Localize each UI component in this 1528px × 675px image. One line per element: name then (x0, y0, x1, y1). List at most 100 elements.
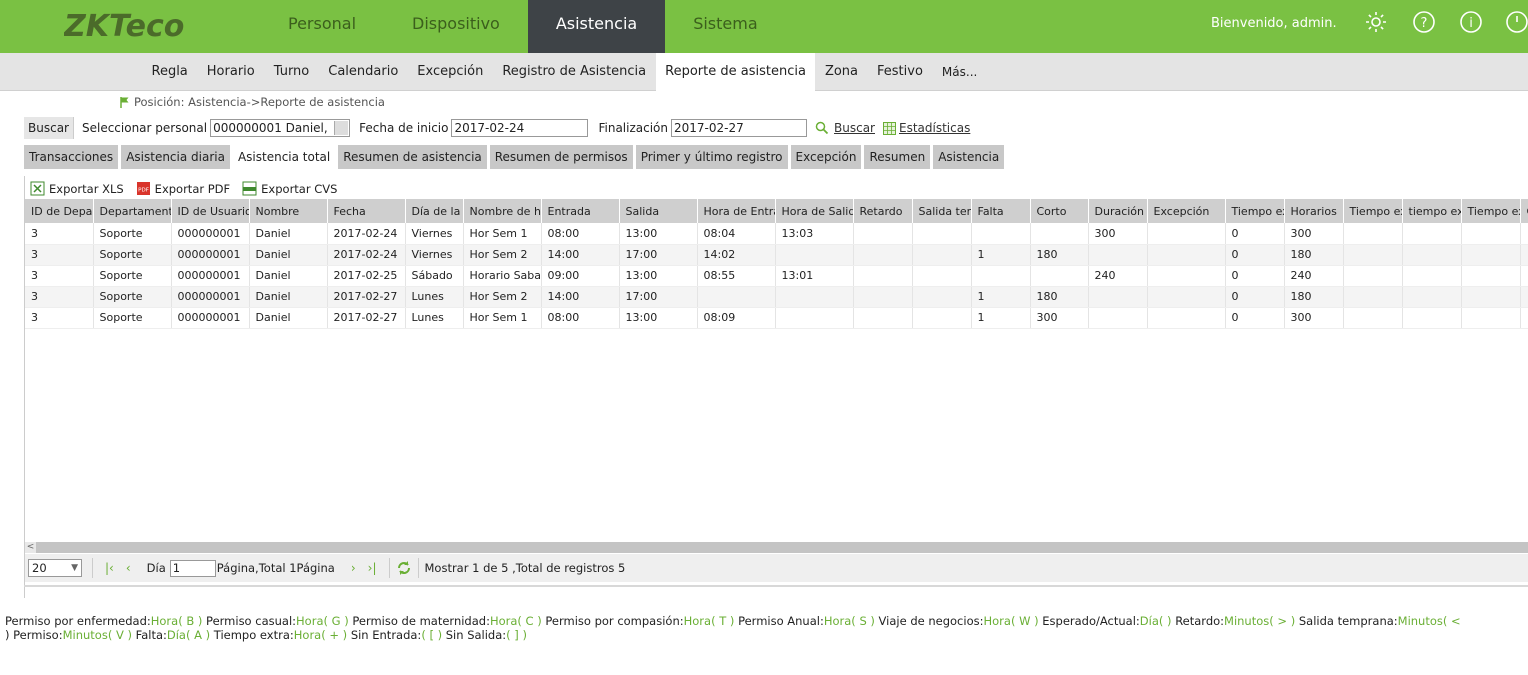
column-header[interactable]: Tiempo ex (1225, 199, 1285, 223)
table-cell: 17:00 (619, 286, 698, 308)
chevron-down-icon[interactable] (334, 121, 349, 135)
search-tab[interactable]: Buscar (24, 117, 74, 139)
export-pdf-button[interactable]: PDF Exportar PDF (136, 181, 230, 196)
last-page-icon[interactable]: ›| (368, 561, 377, 575)
column-header[interactable]: Excepción (1147, 199, 1226, 223)
search-icon[interactable] (815, 121, 829, 135)
tab-resumen[interactable]: Resumen (864, 145, 931, 169)
subnav-zona[interactable]: Zona (815, 53, 867, 91)
page-size-select[interactable]: 20 ▼ (28, 559, 82, 577)
column-header[interactable]: Falta (971, 199, 1031, 223)
power-icon[interactable] (1505, 10, 1528, 34)
column-header[interactable]: Hora de Entra (697, 199, 776, 223)
table-row[interactable]: 3 Soporte 000000001 Daniel 2017-02-24 Viernes… (25, 244, 1528, 266)
column-header[interactable]: Tiempo ex (1461, 199, 1521, 223)
column-header[interactable]: Tiempo ex (1343, 199, 1403, 223)
statistics-icon[interactable] (883, 121, 896, 135)
column-header[interactable]: Departamento (93, 199, 172, 223)
first-page-icon[interactable]: |‹ (105, 561, 114, 575)
nav-asistencia[interactable]: Asistencia (527, 0, 666, 53)
export-xls-label: Exportar XLS (49, 181, 124, 196)
end-date-input[interactable]: 2017-02-27 (671, 119, 808, 137)
table-cell: 3 (25, 286, 94, 308)
tab-resumen-permisos[interactable]: Resumen de permisos (489, 145, 633, 169)
column-header[interactable]: Retardo (853, 199, 913, 223)
subnav-excepcion[interactable]: Excepción (408, 53, 493, 91)
tab-primer-ultimo-registro[interactable]: Primer y último registro (635, 145, 788, 169)
subnav-reporte-asistencia[interactable]: Reporte de asistencia (655, 53, 816, 91)
legend-value: Día( A ) (166, 628, 211, 642)
table-cell: 000000001 (171, 223, 250, 245)
table-cell: 09:00 (541, 265, 620, 287)
welcome-text: Bienvenido, admin. (1211, 16, 1337, 31)
page-number-input[interactable]: 1 (169, 559, 216, 577)
subnav-turno[interactable]: Turno (264, 53, 319, 91)
tab-resumen-asistencia[interactable]: Resumen de asistencia (338, 145, 487, 169)
tab-transacciones[interactable]: Transacciones (24, 145, 119, 169)
tab-excepcion[interactable]: Excepción (790, 145, 862, 169)
gear-icon[interactable] (1364, 10, 1388, 34)
export-xls-button[interactable]: Exportar XLS (30, 181, 124, 196)
table-row[interactable]: 3 Soporte 000000001 Daniel 2017-02-27 Lunes Ho… (25, 286, 1528, 308)
column-header[interactable]: Fecha (327, 199, 406, 223)
help-icon[interactable]: ? (1412, 10, 1436, 34)
column-header[interactable]: Corto (1030, 199, 1089, 223)
column-header[interactable]: Salida tem (912, 199, 972, 223)
table-cell: Daniel (249, 265, 328, 287)
export-cvs-button[interactable]: Exportar CVS (242, 181, 337, 196)
table-row[interactable]: 3 Soporte 000000001 Daniel 2017-02-24 Viernes… (25, 223, 1528, 245)
table-cell: 180 (1284, 286, 1344, 308)
legend-value: ( [ ) (421, 628, 443, 642)
subnav-mas[interactable]: Más... (932, 53, 986, 91)
legend-key: Sin Entrada: (350, 628, 422, 642)
scroll-left-icon[interactable]: < (25, 542, 36, 553)
panel-splitter[interactable] (24, 585, 1528, 587)
subnav-horario[interactable]: Horario (197, 53, 264, 91)
column-header[interactable]: C (1520, 199, 1528, 223)
column-header[interactable]: Entrada (541, 199, 620, 223)
legend-value: Minutos( V ) (62, 628, 132, 642)
info-icon[interactable]: i (1459, 10, 1483, 34)
refresh-icon[interactable] (396, 560, 412, 576)
start-date-input[interactable]: 2017-02-24 (451, 119, 589, 137)
pager-divider (92, 558, 93, 578)
table-cell (1402, 244, 1462, 266)
horizontal-scrollbar[interactable]: < (25, 542, 1528, 553)
table-cell: 1 (971, 244, 1031, 266)
column-header[interactable]: Horarios (1284, 199, 1344, 223)
table-cell: Horario Sabad (463, 265, 542, 287)
nav-dispositivo[interactable]: Dispositivo (384, 0, 528, 53)
breadcrumb-text: Posición: Asistencia->Reporte de asisten… (134, 95, 385, 109)
table-cell: 17:00 (619, 244, 698, 266)
column-header[interactable]: Nombre de ho (463, 199, 542, 223)
tab-asistencia-diaria[interactable]: Asistencia diaria (121, 145, 230, 169)
subnav-calendario[interactable]: Calendario (319, 53, 408, 91)
table-cell: Daniel (249, 244, 328, 266)
table-row[interactable]: 3 Soporte 000000001 Daniel 2017-02-27 Lunes Ho… (25, 307, 1528, 329)
next-page-icon[interactable]: › (351, 561, 356, 575)
tab-asistencia[interactable]: Asistencia (933, 145, 1005, 169)
column-header[interactable]: ID de Depar (25, 199, 94, 223)
column-header[interactable]: Nombre (249, 199, 328, 223)
nav-personal[interactable]: Personal (260, 0, 384, 53)
subnav-regla[interactable]: Regla (142, 53, 197, 91)
column-header[interactable]: tiempo ext (1402, 199, 1462, 223)
table-row[interactable]: 3 Soporte 000000001 Daniel 2017-02-25 Sábado H… (25, 265, 1528, 287)
table-cell: 0 (1225, 286, 1285, 308)
legend-value: Hora( B ) (150, 614, 203, 628)
search-link[interactable]: Buscar (834, 121, 875, 135)
column-header[interactable]: Día de la s (405, 199, 464, 223)
person-select[interactable]: 000000001 Daniel, (210, 119, 351, 137)
tab-asistencia-total[interactable]: Asistencia total (232, 145, 336, 169)
table-cell (971, 223, 1031, 245)
subnav-registro-asistencia[interactable]: Registro de Asistencia (493, 53, 656, 91)
column-header[interactable]: Salida (619, 199, 698, 223)
prev-page-icon[interactable]: ‹ (126, 561, 131, 575)
subnav-festivo[interactable]: Festivo (868, 53, 933, 91)
table-cell (853, 265, 913, 287)
statistics-link[interactable]: Estadísticas (899, 121, 970, 135)
nav-sistema[interactable]: Sistema (665, 0, 785, 53)
column-header[interactable]: Duración d (1088, 199, 1148, 223)
column-header[interactable]: ID de Usuario (171, 199, 250, 223)
column-header[interactable]: Hora de Salida (775, 199, 854, 223)
